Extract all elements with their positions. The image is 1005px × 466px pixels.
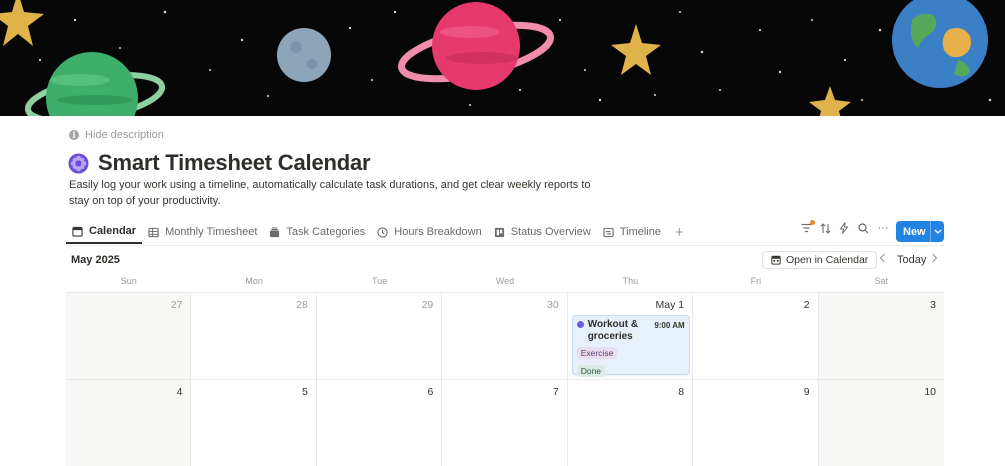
calendar-day-cell[interactable]: 9 — [693, 380, 819, 466]
hide-description-label: Hide description — [85, 129, 164, 141]
day-number: 29 — [421, 299, 434, 311]
view-tabs: Calendar Monthly Timesheet Task Categori… — [66, 220, 692, 245]
search-button[interactable] — [857, 222, 869, 234]
calendar-icon — [72, 226, 83, 237]
calendar-day-cell[interactable]: 10 — [818, 380, 944, 466]
tab-calendar[interactable]: Calendar — [66, 220, 143, 244]
board-icon — [494, 227, 504, 237]
add-view-button[interactable]: + — [667, 220, 692, 244]
sort-icon — [820, 222, 830, 234]
tab-status-overview[interactable]: Status Overview — [488, 220, 597, 244]
filter-button[interactable] — [800, 220, 815, 234]
weekday-label: Tue — [371, 276, 388, 286]
day-number: 4 — [176, 386, 183, 398]
day-number: 2 — [803, 299, 810, 311]
chevron-right-icon — [932, 253, 938, 263]
tab-label: Hours Breakdown — [394, 226, 482, 238]
calendar-day-cell[interactable]: 27 — [66, 293, 192, 380]
hide-description-toggle[interactable]: i Hide description — [69, 129, 164, 141]
weekday-label: Wed — [495, 276, 515, 286]
calendar-day-cell[interactable]: 28 — [191, 293, 317, 380]
more-options-button[interactable]: ··· — [876, 222, 890, 234]
open-in-calendar-label: Open in Calendar — [786, 254, 869, 266]
sort-button[interactable] — [819, 222, 831, 234]
category-tag: Exercise — [576, 347, 618, 359]
chevron-down-icon[interactable] — [931, 229, 944, 234]
day-number: May 1 — [655, 299, 685, 311]
status-tag: Done — [576, 365, 606, 377]
tab-task-categories[interactable]: Task Categories — [263, 220, 371, 244]
day-number: 3 — [930, 299, 936, 311]
stack-icon — [270, 226, 280, 237]
open-in-calendar-button[interactable]: Open in Calendar — [762, 251, 878, 269]
weekday-label: Fri — [750, 276, 762, 286]
event-time: 9:00 AM — [654, 321, 685, 330]
space-illustration — [0, 0, 992, 116]
table-icon — [148, 227, 159, 237]
calendar-app-icon — [771, 255, 781, 265]
calendar-day-cell[interactable]: May 1 Workout & groceries 9:00 AM Exerci… — [567, 293, 694, 380]
calendar-day-cell[interactable]: 2 — [693, 293, 819, 380]
view-toolbar: ··· — [800, 220, 890, 234]
cover-image — [0, 0, 1005, 116]
tab-label: Status Overview — [510, 226, 591, 238]
day-number: 7 — [552, 386, 559, 398]
tab-label: Calendar — [89, 225, 137, 237]
page-header: Smart Timesheet Calendar — [68, 150, 371, 176]
tab-label: Monthly Timesheet — [165, 226, 258, 238]
calendar-day-cell[interactable]: 6 — [316, 380, 443, 466]
page-title: Smart Timesheet Calendar — [98, 150, 371, 175]
tab-label: Task Categories — [286, 226, 366, 238]
calendar-day-cell[interactable]: 4 — [66, 380, 192, 466]
day-number: 6 — [427, 386, 434, 398]
day-number: 28 — [296, 299, 308, 311]
tab-monthly-timesheet[interactable]: Monthly Timesheet — [142, 220, 263, 244]
tab-hours-breakdown[interactable]: Hours Breakdown — [371, 220, 487, 244]
weekday-label: Mon — [245, 276, 263, 286]
automation-button[interactable] — [838, 222, 850, 234]
next-month-button[interactable] — [931, 253, 938, 266]
info-icon: i — [69, 130, 79, 140]
weekday-label: Sat — [874, 276, 889, 286]
calendar-day-cell[interactable]: 29 — [316, 293, 443, 380]
tab-label: Timeline — [619, 226, 661, 238]
weekday-header: Sun Mon Tue Wed Thu Fri Sat — [66, 276, 944, 292]
month-label: May 2025 — [71, 254, 120, 266]
event-title-row: Workout & groceries — [576, 319, 650, 343]
calendar-day-cell[interactable]: 3 — [818, 293, 944, 380]
weekday-label: Thu — [622, 276, 639, 286]
event-card[interactable]: Workout & groceries 9:00 AM Exercise Don… — [571, 315, 690, 377]
today-button[interactable]: Today — [897, 254, 926, 266]
timeline-icon — [603, 227, 614, 237]
calendar-day-cell[interactable]: 30 — [442, 293, 568, 380]
day-number: 27 — [170, 299, 183, 311]
calendar-day-cell[interactable]: 7 — [442, 380, 568, 466]
filter-active-badge — [810, 220, 815, 225]
flower-icon — [68, 152, 89, 174]
clock-icon — [377, 226, 388, 238]
day-number: 8 — [678, 386, 685, 398]
event-title: Workout & groceries — [587, 319, 639, 342]
day-number: 30 — [547, 299, 559, 311]
chevron-left-icon — [879, 253, 885, 263]
new-button[interactable]: New — [896, 221, 944, 242]
day-number: 9 — [803, 386, 810, 398]
day-number: 5 — [302, 386, 308, 398]
new-button-label: New — [903, 225, 926, 238]
weekday-label: Sun — [120, 276, 137, 286]
tabs-divider — [66, 245, 944, 246]
calendar-day-cell[interactable]: 8 — [567, 380, 694, 466]
calendar-day-cell[interactable]: 5 — [191, 380, 317, 466]
day-number: 10 — [924, 386, 936, 398]
filter-icon — [801, 223, 811, 233]
page-description: Easily log your work using a timeline, a… — [69, 179, 591, 207]
previous-month-button[interactable] — [879, 253, 886, 266]
lightning-icon — [839, 222, 849, 234]
calendar-grid: 27 28 29 30 May 1 Workout & groceries 9:… — [66, 292, 944, 466]
tab-timeline[interactable]: Timeline — [597, 220, 667, 244]
event-dot-icon — [576, 321, 584, 328]
search-icon — [857, 222, 868, 233]
